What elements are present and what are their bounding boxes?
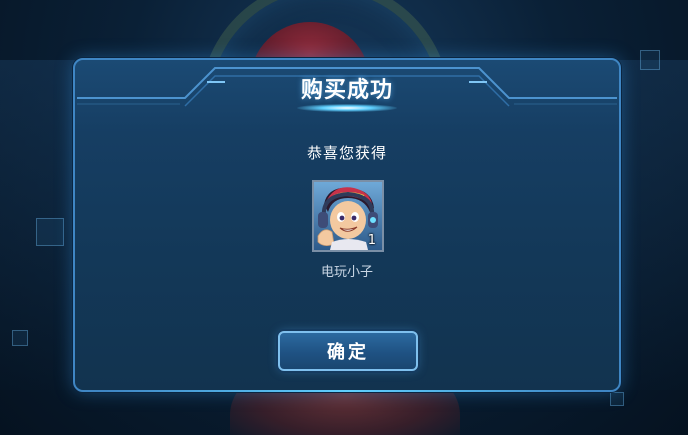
reward-message: 恭喜您获得	[306, 144, 387, 162]
reward-item-slot[interactable]: 1	[312, 180, 384, 252]
background-cube	[12, 330, 28, 346]
background-cube	[36, 218, 64, 246]
game-screen: 购买成功 恭喜您获得 1 电玩小子 确定	[0, 0, 688, 435]
reward-name: 电玩小子	[320, 265, 373, 280]
title-glow-accent	[297, 104, 397, 112]
background-cube	[610, 392, 624, 406]
reward-count: 1	[367, 233, 376, 248]
purchase-success-dialog: 购买成功 恭喜您获得 1 电玩小子 确定	[73, 58, 621, 392]
background-cube	[640, 50, 660, 70]
confirm-button[interactable]: 确定	[278, 331, 418, 371]
dialog-title: 购买成功	[300, 78, 393, 103]
